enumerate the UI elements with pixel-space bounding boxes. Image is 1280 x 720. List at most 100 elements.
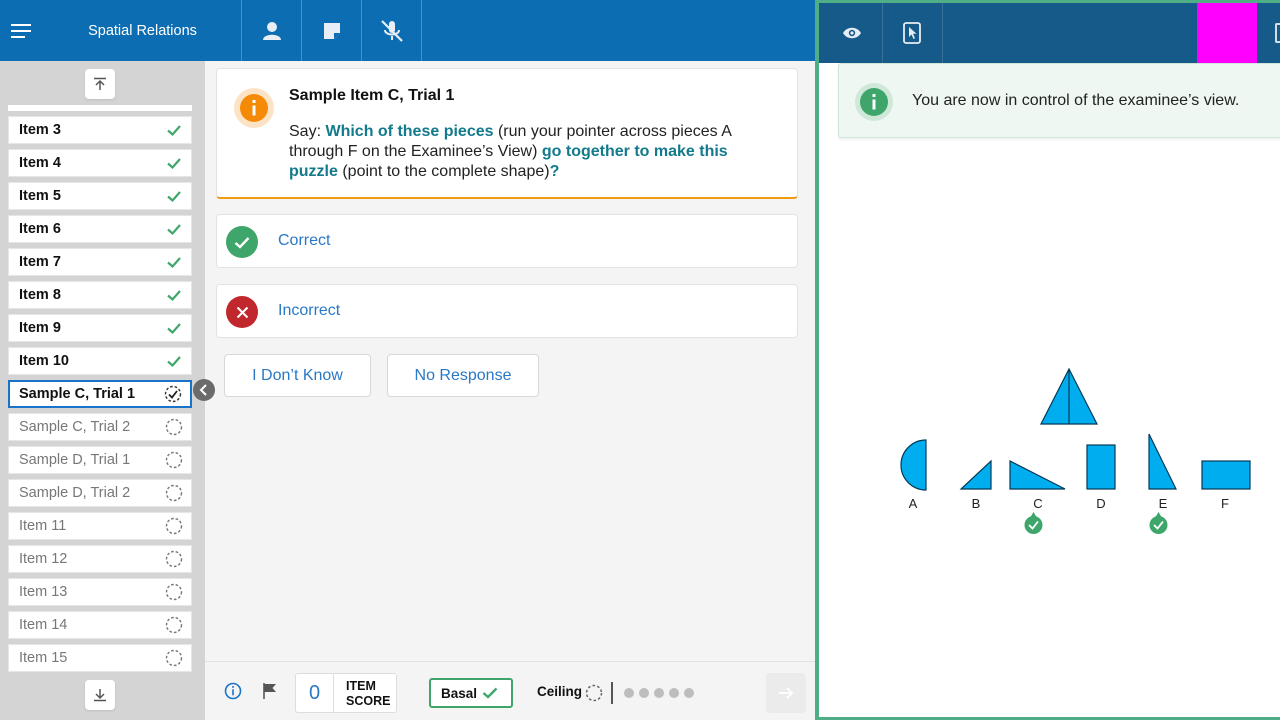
selected-marker-e [1149,512,1168,534]
item-score-label: ITEM SCORE [346,679,390,709]
test-title: Spatial Relations [44,0,242,61]
pending-circle-icon [165,418,183,436]
info-outline-icon[interactable] [224,682,242,700]
check-icon [482,687,498,699]
list-item-label: Item 13 [19,584,68,600]
microphone-off-button[interactable] [362,0,422,61]
list-item-label: Sample C, Trial 1 [19,386,136,402]
piece-label-c: C [1033,496,1043,511]
check-icon [167,191,181,203]
list-item[interactable]: Item 11 [8,512,192,540]
correct-response-button[interactable]: Correct [216,214,798,268]
prompt-direction-2: (point to the complete shape) [342,163,550,180]
list-item[interactable]: Sample D, Trial 1 [8,446,192,474]
arrow-up-to-top-icon [94,77,106,90]
next-item-button[interactable] [766,673,806,713]
scroll-to-top-button[interactable] [85,69,115,99]
progress-dot [684,688,694,698]
puzzle-piece-a[interactable] [900,439,927,491]
item-navigation-sidebar: Item 3 Item 4 Item 5 Item 6 Item 7 Item 8 Item… [0,61,205,720]
dont-know-button[interactable]: I Don’t Know [224,354,371,397]
info-badge [234,88,274,128]
item-score-label-line-1: ITEM [346,679,376,693]
arrow-right-icon [779,687,794,699]
x-circle-icon [226,296,258,328]
pending-circle-icon [165,649,183,667]
no-response-button[interactable]: No Response [387,354,539,397]
piece-label-f: F [1221,496,1229,511]
examinee-info-button[interactable] [242,0,302,61]
list-item-label: Item 5 [19,188,61,204]
chevron-left-icon [199,384,207,396]
check-icon [167,125,181,137]
list-item-label: Item 3 [19,122,61,138]
pending-circle-icon [165,484,183,502]
notes-button[interactable] [302,0,362,61]
puzzle-piece-c[interactable] [1009,460,1066,490]
list-item[interactable]: Sample C, Trial 2 [8,413,192,441]
check-icon [167,257,181,269]
list-item[interactable]: Item 7 [8,248,192,276]
puzzle-piece-d[interactable] [1086,444,1116,490]
check-icon [167,323,181,335]
check-icon [167,224,181,236]
list-item-label: Item 6 [19,221,61,237]
list-item-label: Item 9 [19,320,61,336]
pending-circle-icon [165,550,183,568]
list-item[interactable]: Sample C, Trial 1 [8,380,192,408]
check-circle-icon [226,226,258,258]
list-item[interactable]: Sample D, Trial 2 [8,479,192,507]
list-item[interactable]: Item 12 [8,545,192,573]
complete-puzzle-shape [1040,367,1098,425]
list-item[interactable]: Item 9 [8,314,192,342]
in-progress-check-icon [164,385,182,403]
info-icon [252,100,256,116]
list-item[interactable]: Item 10 [8,347,192,375]
examinee-view-panel: You are now in control of the examinee’s… [819,0,1280,720]
progress-dot [654,688,664,698]
list-item[interactable]: Item 13 [8,578,192,606]
list-item[interactable]: Item 15 [8,644,192,672]
check-icon [167,290,181,302]
selected-marker-c [1024,512,1043,534]
list-item[interactable]: Item 6 [8,215,192,243]
prompt-question-part-1: Which of these pieces [325,123,494,140]
puzzle-piece-b[interactable] [959,459,992,490]
list-item-label: Sample C, Trial 2 [19,419,131,435]
note-icon [323,22,340,39]
puzzle-stimulus [900,367,1251,534]
pending-circle-icon [165,583,183,601]
list-item[interactable]: Item 8 [8,281,192,309]
pending-circle-icon [165,517,183,535]
app-header: Spatial Relations [0,0,815,61]
collapse-sidebar-button[interactable] [193,379,215,401]
list-item[interactable]: Item 5 [8,182,192,210]
incorrect-response-button[interactable]: Incorrect [216,284,798,338]
progress-dot [624,688,634,698]
mic-off-icon [380,19,403,42]
list-item-label: Item 8 [19,287,61,303]
scroll-to-bottom-button[interactable] [85,680,115,710]
list-item-partial [8,105,192,111]
say-label: Say: [289,123,322,140]
list-item[interactable]: Item 14 [8,611,192,639]
arrow-down-to-bottom-icon [94,689,106,702]
piece-label-b: B [971,496,981,511]
list-item[interactable]: Item 4 [8,149,192,177]
flag-icon[interactable] [261,682,279,700]
puzzle-piece-e[interactable] [1148,433,1177,490]
hamburger-menu-button[interactable] [0,0,44,61]
list-item-label: Item 14 [19,617,68,633]
basal-label: Basal [441,685,478,701]
puzzle-piece-f[interactable] [1201,460,1251,490]
correct-label: Correct [278,232,331,249]
list-item[interactable]: Item 3 [8,116,192,144]
item-score-label-line-2: SCORE [346,694,391,708]
prompt-instructions: Say: Which of these pieces (run your poi… [289,122,769,182]
item-score: 0 ITEM SCORE [295,673,397,713]
basal-status: Basal [429,678,513,708]
list-item-label: Item 7 [19,254,61,270]
item-list: Item 3 Item 4 Item 5 Item 6 Item 7 Item 8 Item… [8,105,192,676]
list-item-label: Item 10 [19,353,69,369]
divider [611,682,613,704]
